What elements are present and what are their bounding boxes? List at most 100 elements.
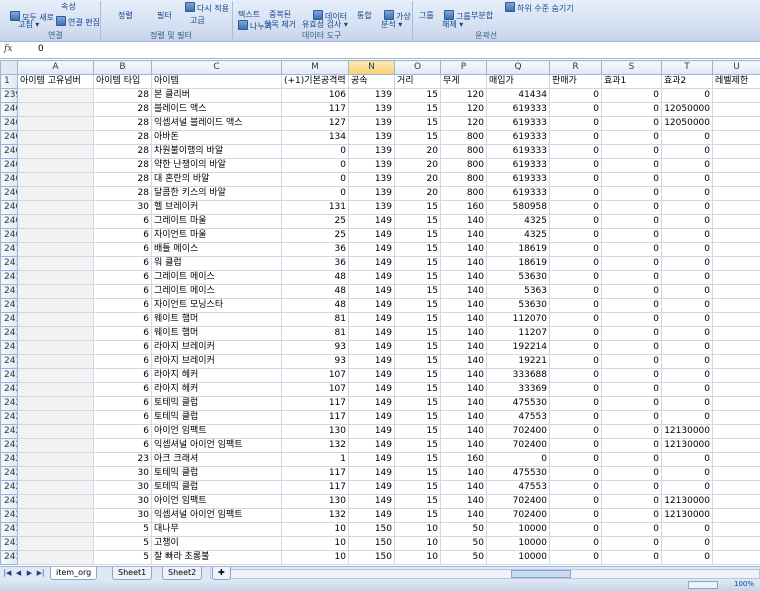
column-header-o[interactable]: O bbox=[394, 60, 441, 75]
cell[interactable]: 0 bbox=[549, 550, 602, 565]
cell[interactable]: 0 bbox=[601, 424, 662, 439]
cell[interactable]: 28 bbox=[93, 144, 152, 159]
cell[interactable]: 익셉셔널 블레이드 액스 bbox=[151, 116, 282, 131]
horizontal-scrollbar[interactable] bbox=[210, 569, 760, 579]
cell[interactable]: 160 bbox=[440, 200, 487, 215]
cell[interactable]: 139 bbox=[348, 130, 395, 145]
cell[interactable]: 거리 bbox=[394, 74, 441, 89]
cell[interactable]: 매입가 bbox=[486, 74, 550, 89]
cell[interactable]: 0 bbox=[601, 214, 662, 229]
cell[interactable]: 28 bbox=[93, 130, 152, 145]
cell[interactable]: 107 bbox=[281, 382, 349, 397]
cell[interactable]: 30 bbox=[93, 494, 152, 509]
cell[interactable]: 0 bbox=[661, 200, 713, 215]
cell[interactable]: 149 bbox=[348, 298, 395, 313]
cell[interactable]: 차원불이행의 바알 bbox=[151, 144, 282, 159]
cell[interactable]: 0 bbox=[661, 326, 713, 341]
cell[interactable]: 120 bbox=[440, 116, 487, 131]
cell[interactable]: 그레이트 마울 bbox=[151, 214, 282, 229]
cell[interactable]: 0 bbox=[549, 466, 602, 481]
cell[interactable]: 81 bbox=[281, 326, 349, 341]
row-header[interactable]: 2403 bbox=[0, 144, 18, 159]
cell[interactable]: 15 bbox=[394, 480, 441, 495]
cell[interactable]: 6 bbox=[93, 270, 152, 285]
cell[interactable] bbox=[712, 172, 760, 187]
cell[interactable]: 15 bbox=[394, 340, 441, 355]
ribbon-button[interactable]: 분석 ▾ bbox=[381, 20, 402, 29]
cell[interactable]: 0 bbox=[549, 312, 602, 327]
cell[interactable] bbox=[17, 172, 94, 187]
cell[interactable]: 0 bbox=[661, 284, 713, 299]
cell[interactable]: 149 bbox=[348, 270, 395, 285]
cell[interactable]: 140 bbox=[440, 214, 487, 229]
cell[interactable]: 6 bbox=[93, 368, 152, 383]
cell[interactable]: 6 bbox=[93, 298, 152, 313]
cell[interactable]: 아이언 임팩트 bbox=[151, 424, 282, 439]
row-header[interactable]: 2404 bbox=[0, 158, 18, 173]
cell[interactable]: 149 bbox=[348, 368, 395, 383]
cell[interactable] bbox=[712, 536, 760, 551]
cell[interactable]: 140 bbox=[440, 242, 487, 257]
cell[interactable]: 0 bbox=[601, 466, 662, 481]
column-header-b[interactable]: B bbox=[93, 60, 152, 75]
cell[interactable]: 6 bbox=[93, 242, 152, 257]
cell[interactable]: 149 bbox=[348, 410, 395, 425]
cell[interactable]: 무게 bbox=[440, 74, 487, 89]
row-header[interactable]: 2407 bbox=[0, 200, 18, 215]
cell[interactable]: 0 bbox=[661, 242, 713, 257]
cell[interactable]: 0 bbox=[601, 256, 662, 271]
cell[interactable]: 12050000 bbox=[661, 116, 713, 131]
cell[interactable]: 15 bbox=[394, 228, 441, 243]
cell[interactable]: 19221 bbox=[486, 354, 550, 369]
cell[interactable]: 619333 bbox=[486, 102, 550, 117]
cell[interactable]: 15 bbox=[394, 494, 441, 509]
cell[interactable]: 20 bbox=[394, 144, 441, 159]
cell[interactable]: 140 bbox=[440, 466, 487, 481]
cell[interactable] bbox=[712, 494, 760, 509]
cell[interactable]: 0 bbox=[549, 158, 602, 173]
cell[interactable]: 0 bbox=[661, 480, 713, 495]
cell[interactable] bbox=[17, 102, 94, 117]
cell[interactable] bbox=[712, 382, 760, 397]
cell[interactable]: 0 bbox=[549, 144, 602, 159]
cell[interactable]: 15 bbox=[394, 452, 441, 467]
column-header-s[interactable]: S bbox=[601, 60, 662, 75]
cell[interactable]: 130 bbox=[281, 424, 349, 439]
cell[interactable]: 81 bbox=[281, 312, 349, 327]
cell[interactable]: 333688 bbox=[486, 368, 550, 383]
row-header[interactable]: 2421 bbox=[0, 396, 18, 411]
cell[interactable]: 0 bbox=[661, 144, 713, 159]
cell[interactable]: 0 bbox=[661, 228, 713, 243]
cell[interactable]: 106 bbox=[281, 88, 349, 103]
cell[interactable]: 대 혼란의 바알 bbox=[151, 172, 282, 187]
cell[interactable]: 6 bbox=[93, 284, 152, 299]
cell[interactable]: 잘 빠라 초롱불 bbox=[151, 550, 282, 565]
cell[interactable]: 그레이트 메이스 bbox=[151, 270, 282, 285]
cell[interactable]: 0 bbox=[661, 270, 713, 285]
cell[interactable]: 아이템 타입 bbox=[93, 74, 152, 89]
cell[interactable]: 117 bbox=[281, 480, 349, 495]
cell[interactable]: 4325 bbox=[486, 214, 550, 229]
cell[interactable]: 워 클럽 bbox=[151, 256, 282, 271]
cell[interactable]: 619333 bbox=[486, 158, 550, 173]
cell[interactable]: 0 bbox=[601, 354, 662, 369]
cell[interactable]: 800 bbox=[440, 158, 487, 173]
cell[interactable]: 0 bbox=[601, 228, 662, 243]
cell[interactable]: 0 bbox=[549, 228, 602, 243]
cell[interactable]: 0 bbox=[661, 522, 713, 537]
cell[interactable]: 149 bbox=[348, 494, 395, 509]
row-header[interactable]: 2411 bbox=[0, 256, 18, 271]
cell[interactable]: 0 bbox=[601, 522, 662, 537]
cell[interactable]: 6 bbox=[93, 256, 152, 271]
row-header[interactable]: 2424 bbox=[0, 438, 18, 453]
cell[interactable] bbox=[17, 354, 94, 369]
cell[interactable] bbox=[17, 312, 94, 327]
cell[interactable]: 10 bbox=[394, 522, 441, 537]
cell[interactable] bbox=[17, 242, 94, 257]
cell[interactable]: 0 bbox=[549, 494, 602, 509]
cell[interactable]: 0 bbox=[549, 242, 602, 257]
row-header[interactable]: 2430 bbox=[0, 522, 18, 537]
ribbon-button[interactable]: 해제 ▾ bbox=[442, 20, 463, 29]
cell[interactable] bbox=[712, 354, 760, 369]
cell[interactable] bbox=[17, 550, 94, 565]
